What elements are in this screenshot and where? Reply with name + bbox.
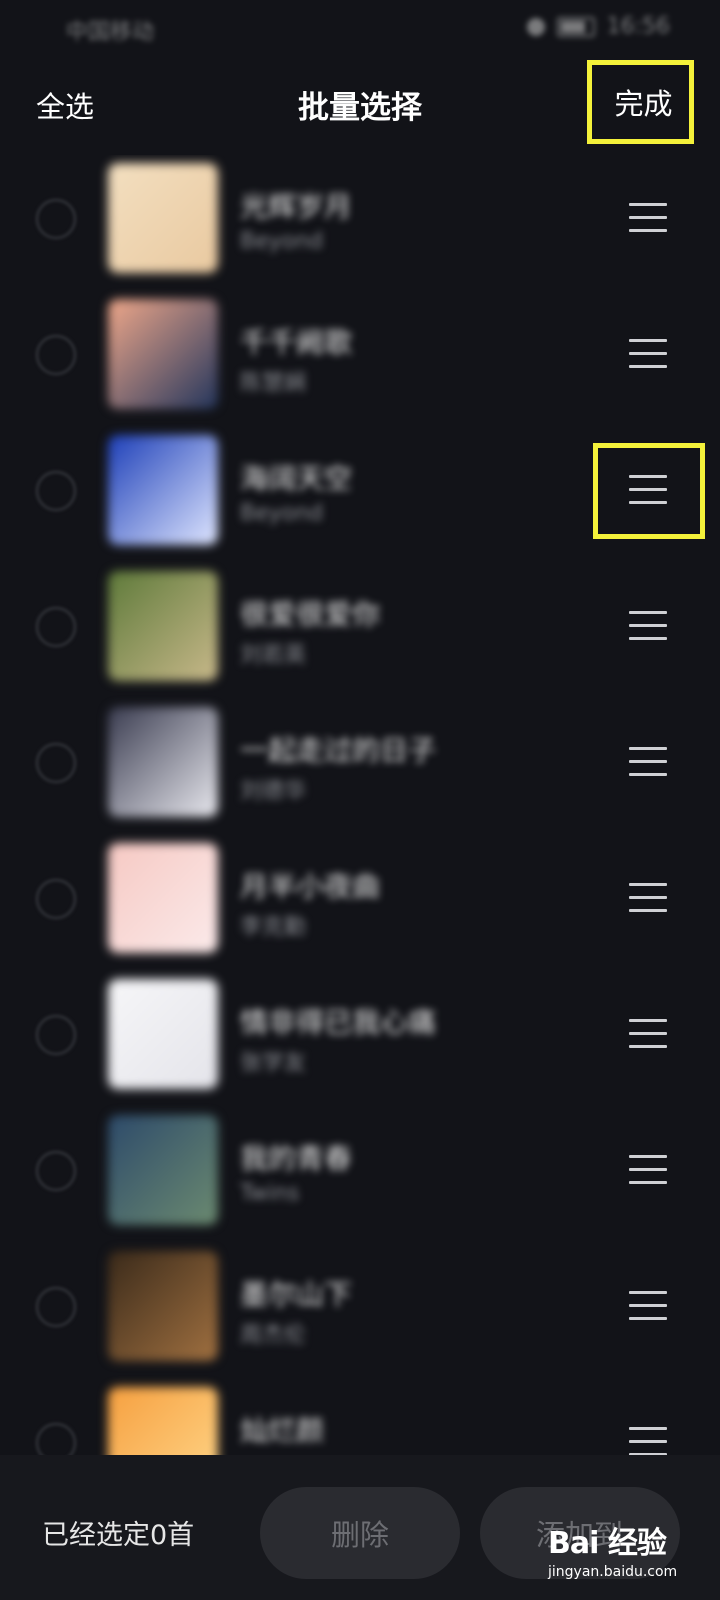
select-checkbox[interactable] [36,1151,76,1191]
selected-count: 已经选定0首 [42,1520,195,1551]
drag-handle-icon[interactable] [629,339,667,369]
drag-handle-icon[interactable] [629,1019,667,1049]
song-title: 海阔天空 [240,462,353,495]
song-row[interactable]: 很爱很爱你 刘若英 [0,563,720,699]
select-checkbox[interactable] [36,743,76,783]
song-artist: Beyond [240,501,324,526]
song-artist: 李克勤 [240,915,307,940]
song-row[interactable]: 光辉岁月 Beyond [0,155,720,291]
status-icons: 16:56 [526,14,670,39]
select-checkbox[interactable] [36,879,76,919]
song-row[interactable]: 情非得已我心痛张学友 [0,971,720,1107]
song-title: 灿烂颜 [240,1414,325,1447]
carrier-label: 中国移动 [66,20,155,45]
album-cover [108,163,218,273]
song-title: 月半小夜曲 [240,870,381,903]
album-cover [108,843,218,953]
drag-handle-icon[interactable] [629,1427,667,1455]
song-row[interactable]: 灿烂颜 [0,1379,720,1455]
song-title: 情非得已我心痛 [240,1006,437,1039]
bottom-bar: 已经选定0首 删除 添加到 [0,1455,720,1600]
song-title: 光辉岁月 [240,190,353,223]
select-checkbox[interactable] [36,1287,76,1327]
add-to-button[interactable]: 添加到 [480,1487,680,1579]
song-title: 很爱很爱你 [240,598,381,631]
drag-handle-icon[interactable] [629,203,667,233]
done-button[interactable]: 完成 [587,60,694,144]
album-cover [108,707,218,817]
select-checkbox[interactable] [36,335,76,375]
drag-handle-icon[interactable] [629,1155,667,1185]
delete-button[interactable]: 删除 [260,1487,460,1579]
song-artist: 刘德华 [240,779,307,804]
clock: 16:56 [606,14,670,39]
select-checkbox[interactable] [36,607,76,647]
album-cover [108,1115,218,1225]
song-artist: 刘若英 [240,643,307,668]
song-title: 我的青春 [240,1142,353,1175]
drag-handle-icon[interactable] [629,475,667,505]
song-row[interactable]: 墨尔山下 周杰伦 [0,1243,720,1379]
song-row[interactable]: 海阔天空 Beyond [0,427,720,563]
song-row[interactable]: 我的青春 Twins [0,1107,720,1243]
done-label: 完成 [614,87,673,121]
battery-icon [556,16,595,37]
album-cover [108,1251,218,1361]
header: 全选 批量选择 完成 [0,60,720,146]
drag-handle-icon[interactable] [629,883,667,913]
add-to-label: 添加到 [536,1518,624,1552]
song-artist: 张学友 [240,1051,307,1076]
album-cover [108,979,218,1089]
song-artist: 周杰伦 [240,1323,307,1348]
song-title: 千千阙歌 [240,326,353,359]
album-cover [108,571,218,681]
notification-icon [526,17,545,36]
song-artist: Twins [240,1181,300,1206]
song-row[interactable]: 月半小夜曲 李克勤 [0,835,720,971]
drag-handle-icon[interactable] [629,747,667,777]
song-row[interactable]: 千千阙歌 陈慧娴 [0,291,720,427]
select-checkbox[interactable] [36,1423,76,1455]
select-checkbox[interactable] [36,471,76,511]
status-bar: 中国移动 16:56 [0,0,720,56]
album-cover [108,299,218,409]
song-artist: 陈慧娴 [240,371,307,396]
song-title: 墨尔山下 [240,1278,353,1311]
song-row[interactable]: 一起走过的日子刘德华 [0,699,720,835]
song-list: 光辉岁月 Beyond 千千阙歌陈慧娴海阔天空 Beyond 很爱很爱你刘若英一起走过的… [0,155,720,1455]
song-title: 一起走过的日子 [240,734,437,767]
song-artist: Beyond [240,229,324,254]
select-checkbox[interactable] [36,199,76,239]
drag-handle-icon[interactable] [629,1291,667,1321]
select-checkbox[interactable] [36,1015,76,1055]
album-cover [108,1387,218,1455]
album-cover [108,435,218,545]
drag-handle-icon[interactable] [629,611,667,641]
delete-label: 删除 [330,1518,389,1552]
screen: 中国移动 16:56 全选 批量选择 完成 光辉岁月 Beyond 千千阙歌陈慧娴海… [0,0,720,1600]
